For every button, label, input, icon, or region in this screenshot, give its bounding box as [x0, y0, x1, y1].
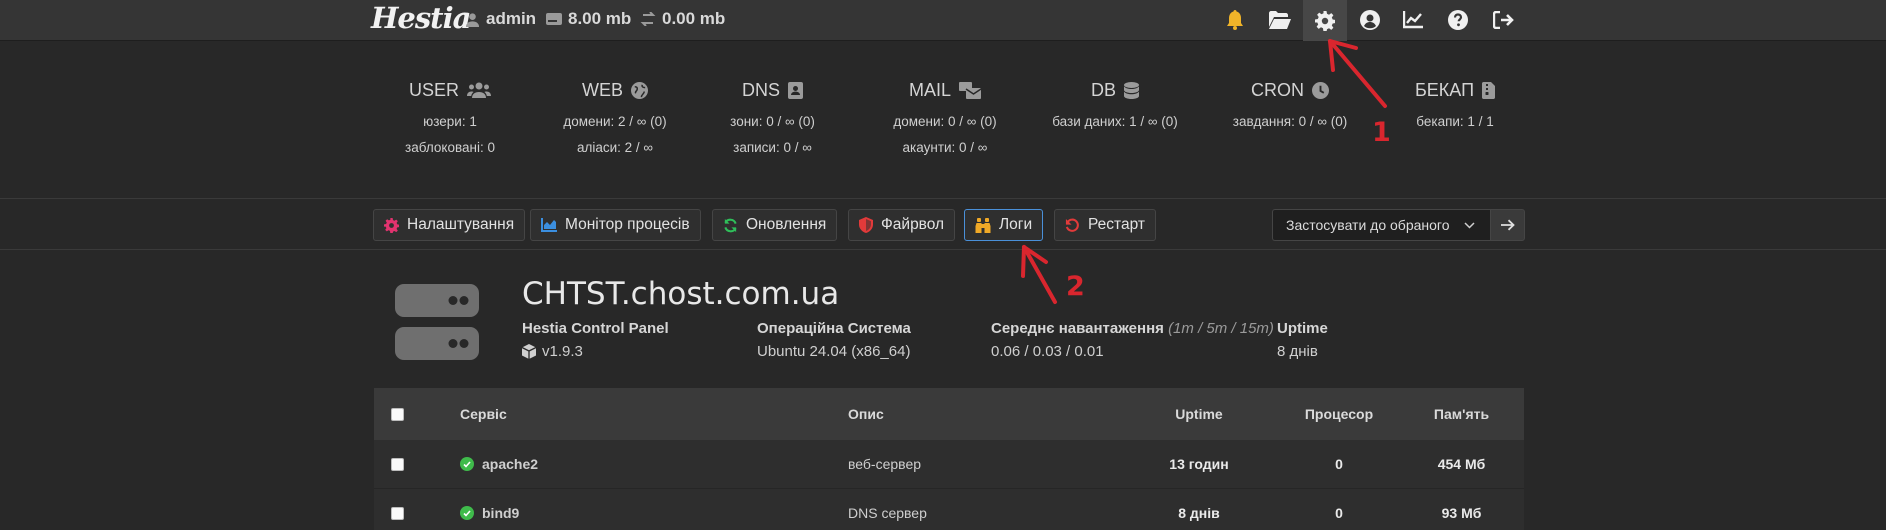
arrow-annotation-2	[1021, 245, 1057, 304]
annotation-number-1: 1	[1372, 117, 1391, 148]
arrow-annotation-1	[1328, 39, 1387, 108]
annotation-arrows	[1021, 39, 1387, 304]
annotation-number-2: 2	[1066, 271, 1085, 302]
